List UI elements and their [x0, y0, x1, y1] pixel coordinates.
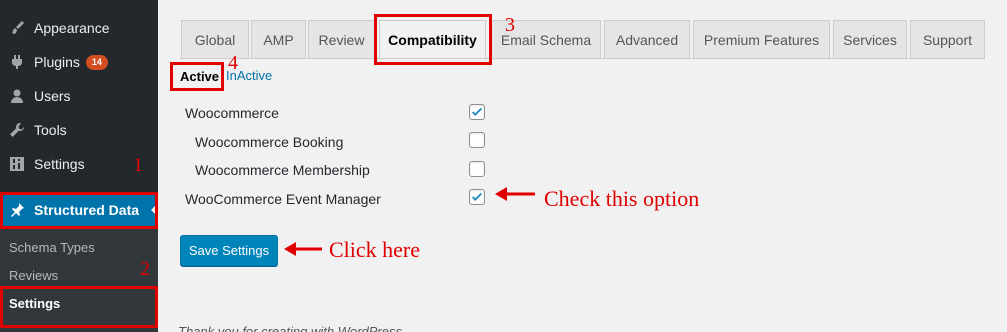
sidebar-item-label: Users — [34, 88, 71, 104]
checkmark-icon — [471, 192, 483, 201]
submenu-item-reviews[interactable]: Reviews — [9, 268, 58, 283]
tab-amp[interactable]: AMP — [251, 20, 306, 58]
woocommerce-booking-checkbox[interactable] — [469, 132, 485, 148]
user-icon — [9, 88, 25, 104]
tab-support[interactable]: Support — [910, 20, 985, 58]
admin-footer-text: Thank you for creating with WordPress. — [178, 324, 406, 332]
annotation-check-note: Check this option — [544, 186, 700, 211]
annotation-box-settings — [0, 286, 158, 328]
sidebar-item-label: Appearance — [34, 20, 110, 36]
update-count-badge: 14 — [85, 54, 108, 70]
annotation-click-note: Click here — [329, 237, 421, 262]
tab-premium-features[interactable]: Premium Features — [693, 20, 830, 58]
tab-global[interactable]: Global — [181, 20, 249, 58]
save-settings-button[interactable]: Save Settings — [180, 235, 278, 266]
settings-icon — [9, 156, 25, 172]
paint-brush-icon — [9, 20, 25, 36]
red-arrow-icon — [495, 187, 535, 201]
checkmark-icon — [471, 107, 483, 116]
annotation-number-1: 1 — [133, 154, 143, 176]
sidebar-item-label: Plugins — [34, 54, 80, 70]
annotation-number-4: 4 — [228, 52, 238, 74]
annotation-number-2: 2 — [140, 258, 150, 280]
annotation-box-active — [170, 62, 224, 91]
wrench-icon — [9, 122, 25, 138]
option-label-woocommerce: Woocommerce — [185, 105, 279, 121]
annotation-box-compatibility — [374, 14, 492, 65]
tab-advanced[interactable]: Advanced — [604, 20, 690, 58]
tab-services[interactable]: Services — [833, 20, 907, 58]
sidebar-item-label: Tools — [34, 122, 67, 138]
event-manager-checkbox[interactable] — [469, 189, 485, 205]
tabs-divider — [180, 58, 985, 59]
sidebar-item-plugins[interactable]: Plugins 14 — [0, 45, 158, 79]
sidebar-item-users[interactable]: Users — [0, 79, 158, 113]
option-label-woocommerce-membership: Woocommerce Membership — [195, 162, 370, 178]
submenu-item-schema-types[interactable]: Schema Types — [9, 240, 95, 255]
tab-review[interactable]: Review — [308, 20, 375, 58]
red-arrow-icon — [284, 242, 322, 256]
annotation-number-3: 3 — [505, 14, 515, 36]
option-label-woocommerce-booking: Woocommerce Booking — [195, 134, 344, 150]
sidebar-item-label: Settings — [34, 156, 85, 172]
sidebar-item-appearance[interactable]: Appearance — [0, 11, 158, 45]
woocommerce-checkbox[interactable] — [469, 104, 485, 120]
plug-icon — [9, 54, 25, 70]
woocommerce-membership-checkbox[interactable] — [469, 161, 485, 177]
sidebar-item-tools[interactable]: Tools — [0, 113, 158, 147]
option-label-event-manager: WooCommerce Event Manager — [185, 191, 381, 207]
annotation-box-structured-data — [0, 192, 158, 229]
